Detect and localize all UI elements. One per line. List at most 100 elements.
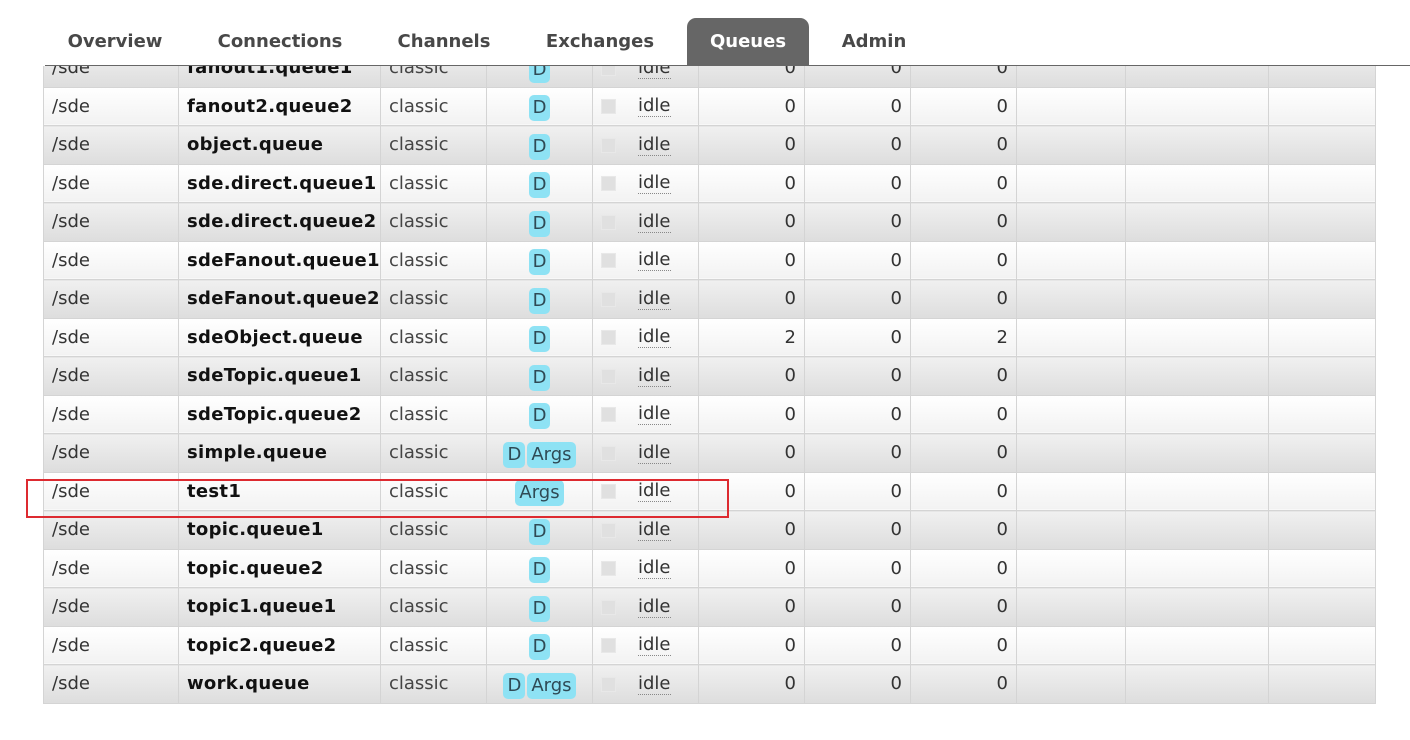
queue-row: /sde sdeObject.queue classic Didle 2 0 2 [43,317,1376,357]
deliver-rate-cell [1125,548,1269,588]
state-label[interactable]: idle [638,288,671,310]
args-badge[interactable]: Args [515,480,564,507]
state-label[interactable]: idle [638,558,671,579]
durable-badge[interactable]: D [528,518,551,545]
queue-name-link[interactable]: simple.queue [178,433,381,473]
queue-name-link[interactable]: topic1.queue1 [178,587,381,627]
state-label[interactable]: idle [638,250,671,271]
deliver-rate-cell [1125,279,1269,319]
messages-total-cell: 0 [910,510,1017,550]
durable-badge[interactable]: D [528,326,551,353]
durable-badge[interactable]: D [528,133,551,160]
incoming-rate-cell [1016,163,1126,203]
state-label[interactable]: idle [638,173,671,194]
queue-name-link[interactable]: sdeObject.queue [178,317,381,357]
queue-name-link[interactable]: topic2.queue2 [178,625,381,665]
tab-overview[interactable]: Overview [45,18,185,66]
queue-type-cell: classic [380,279,487,319]
queue-name-link[interactable]: test1 [178,471,381,511]
queue-type-cell: classic [380,587,487,627]
queue-type-cell: classic [380,317,487,357]
ack-rate-cell [1268,240,1376,280]
nav-divider [45,65,1410,66]
durable-badge[interactable]: D [528,287,551,314]
queue-name-link[interactable]: fanout2.queue2 [178,86,381,126]
durable-badge[interactable]: D [528,95,551,122]
durable-badge[interactable]: D [503,672,526,699]
state-label[interactable]: idle [638,134,671,156]
deliver-rate-cell [1125,664,1269,704]
durable-badge[interactable]: D [528,249,551,276]
queue-name-link[interactable]: topic.queue1 [178,510,381,550]
queue-type-cell: classic [380,86,487,126]
state-indicator-icon [601,445,616,461]
ack-rate-cell [1268,317,1376,357]
state-cell: idle [592,625,699,665]
incoming-rate-cell [1016,202,1126,242]
messages-unacked-cell: 0 [804,356,911,396]
durable-badge[interactable]: D [528,595,551,622]
deliver-rate-cell [1125,317,1269,357]
queue-name-link[interactable]: sde.direct.queue1 [178,163,381,203]
durable-badge[interactable]: D [528,557,551,584]
durable-badge[interactable]: D [528,634,551,661]
features-cell: D [486,548,593,588]
queue-name-link[interactable]: topic.queue2 [178,548,381,588]
incoming-rate-cell [1016,587,1126,627]
incoming-rate-cell [1016,86,1126,126]
messages-ready-cell: 0 [698,125,805,165]
state-label[interactable]: idle [638,96,671,117]
incoming-rate-cell [1016,356,1126,396]
queue-name-link[interactable]: object.queue [178,125,381,165]
queue-type-cell: classic [380,202,487,242]
state-label[interactable]: idle [638,327,671,348]
messages-unacked-cell: 0 [804,317,911,357]
tab-queues[interactable]: Queues [687,18,809,66]
durable-badge[interactable]: D [528,172,551,199]
durable-badge[interactable]: D [528,210,551,237]
state-indicator-icon [601,137,616,153]
messages-unacked-cell: 0 [804,125,911,165]
state-indicator-icon [601,407,616,422]
deliver-rate-cell [1125,356,1269,396]
durable-badge[interactable]: D [528,364,551,391]
queue-row: /sde topic2.queue2 classic Didle 0 0 0 [43,625,1376,665]
args-badge[interactable]: Args [527,441,576,468]
tab-channels[interactable]: Channels [380,18,508,66]
tab-connections[interactable]: Connections [198,18,362,66]
messages-unacked-cell: 0 [804,202,911,242]
ack-rate-cell [1268,125,1376,165]
queue-name-link[interactable]: sde.direct.queue2 [178,202,381,242]
vhost-cell: /sde [43,625,179,665]
durable-badge[interactable]: D [528,403,551,430]
tab-admin[interactable]: Admin [826,18,922,66]
state-label[interactable]: idle [638,211,671,233]
messages-unacked-cell: 0 [804,510,911,550]
state-cell: idle [592,163,699,203]
state-label[interactable]: idle [638,404,671,425]
args-badge[interactable]: Args [527,672,576,699]
queue-name-link[interactable]: sdeTopic.queue2 [178,394,381,434]
queue-name-link[interactable]: work.queue [178,664,381,704]
state-label[interactable]: idle [638,365,671,387]
deliver-rate-cell [1125,625,1269,665]
state-label[interactable]: idle [638,442,671,464]
queue-name-link[interactable]: sdeFanout.queue2 [178,279,381,319]
state-indicator-icon [601,291,616,307]
incoming-rate-cell [1016,664,1126,704]
queue-type-cell: classic [380,433,487,473]
vhost-cell: /sde [43,510,179,550]
state-label[interactable]: idle [638,596,671,618]
messages-total-cell: 0 [910,279,1017,319]
durable-badge[interactable]: D [503,441,526,468]
queue-row: /sde object.queue classic Didle 0 0 0 [43,125,1376,165]
state-label[interactable]: idle [638,519,671,541]
tab-exchanges[interactable]: Exchanges [530,18,670,66]
queue-row: /sde fanout2.queue2 classic Didle 0 0 0 [43,86,1376,126]
deliver-rate-cell [1125,125,1269,165]
queue-name-link[interactable]: sdeTopic.queue1 [178,356,381,396]
state-label[interactable]: idle [638,481,671,502]
state-label[interactable]: idle [638,673,671,695]
queue-name-link[interactable]: sdeFanout.queue1 [178,240,381,280]
state-label[interactable]: idle [638,635,671,656]
